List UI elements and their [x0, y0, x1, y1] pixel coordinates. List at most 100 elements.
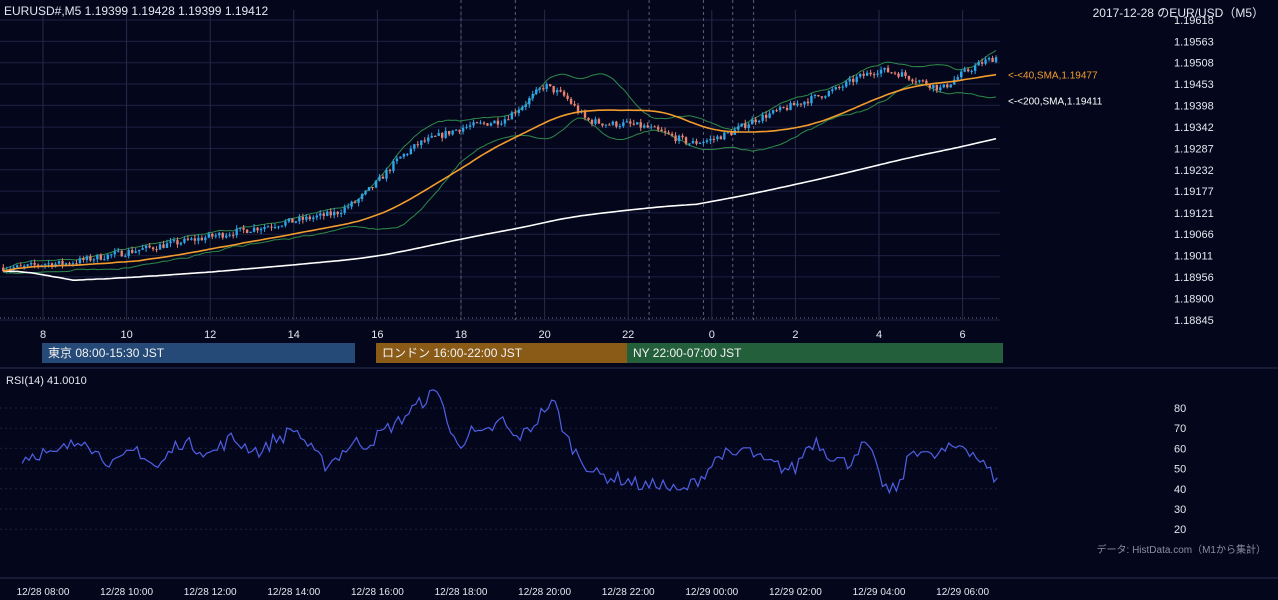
time-tick-label: 12/28 08:00 — [17, 587, 70, 598]
candle-body — [364, 190, 367, 195]
candle-body — [245, 229, 249, 233]
hour-tick-label: 10 — [120, 329, 132, 341]
chart-symbol-header: EURUSD#,M5 1.19399 1.19428 1.19399 1.194… — [4, 4, 269, 18]
candle-body — [817, 94, 820, 97]
candle-body — [555, 90, 559, 93]
candle-body — [973, 65, 977, 71]
price-tick-label: 1.19342 — [1174, 122, 1214, 134]
sma-label: <-<200,SMA,1.19411 — [1008, 96, 1103, 107]
candle-body — [256, 227, 259, 231]
time-tick-label: 12/29 04:00 — [853, 587, 906, 598]
candle-body — [489, 123, 493, 126]
candle-body — [434, 135, 437, 137]
candle-body — [803, 101, 806, 105]
candle-body — [604, 124, 608, 126]
candle-body — [928, 84, 932, 89]
time-tick-label: 12/28 20:00 — [518, 587, 571, 598]
candle-body — [117, 250, 120, 252]
candle-body — [845, 81, 848, 87]
time-tick-label: 12/28 18:00 — [435, 587, 488, 598]
candle-body — [552, 86, 555, 93]
candle-body — [235, 228, 238, 236]
candle-body — [454, 129, 458, 131]
candle-body — [660, 129, 663, 132]
candle-body — [207, 233, 211, 238]
candle-body — [92, 259, 96, 261]
candle-body — [277, 226, 280, 228]
candle-body — [594, 119, 597, 124]
candle-body — [538, 88, 541, 90]
price-tick-label: 1.19287 — [1174, 143, 1214, 155]
candle-body — [667, 132, 670, 134]
candle-body — [242, 227, 245, 230]
candle-body — [632, 123, 635, 125]
candle-body — [214, 235, 217, 237]
candle-body — [197, 237, 200, 241]
price-tick-label: 1.19121 — [1174, 208, 1214, 220]
candle-body — [472, 122, 475, 126]
candle-body — [85, 256, 89, 260]
price-tick-label: 1.19508 — [1174, 58, 1214, 70]
candle-body — [949, 84, 952, 88]
candle-body — [970, 70, 973, 72]
candle-body — [360, 194, 364, 200]
candle-body — [524, 104, 527, 107]
candle-body — [796, 103, 799, 106]
candle-body — [890, 72, 893, 74]
candle-body — [57, 260, 61, 264]
candle-body — [646, 125, 649, 128]
candle-body — [946, 84, 949, 88]
candle-body — [751, 119, 754, 125]
candle-body — [381, 176, 385, 179]
candle-body — [374, 180, 378, 188]
candle-body — [252, 227, 256, 232]
candle-body — [670, 133, 674, 136]
candle-body — [350, 201, 353, 207]
candle-body — [510, 112, 514, 120]
price-tick-label: 1.18956 — [1174, 272, 1214, 284]
candle-body — [312, 217, 315, 220]
candle-body — [336, 211, 339, 215]
candle-body — [273, 226, 277, 228]
candle-body — [120, 250, 123, 257]
candle-body — [162, 244, 165, 248]
candle-body — [500, 123, 503, 125]
candle-body — [186, 238, 190, 240]
time-tick-label: 12/29 00:00 — [685, 587, 738, 598]
candle-body — [879, 69, 883, 74]
candle-body — [339, 212, 343, 215]
candle-body — [193, 238, 197, 241]
candle-body — [427, 137, 430, 142]
candle-body — [980, 62, 984, 64]
candle-body — [165, 243, 169, 248]
candle-body — [89, 256, 92, 261]
candle-body — [284, 221, 287, 226]
rsi-tick-label: 30 — [1174, 504, 1186, 516]
candle-body — [190, 238, 193, 240]
candle-body — [768, 113, 771, 118]
candle-body — [709, 138, 712, 141]
candle-body — [904, 72, 907, 77]
sma-label: <-<40,SMA,1.19477 — [1008, 71, 1098, 82]
candle-body — [75, 263, 78, 265]
candle-body — [865, 72, 869, 76]
candle-body — [824, 96, 827, 98]
candle-body — [409, 148, 413, 154]
candle-body — [611, 121, 615, 125]
candle-body — [43, 264, 47, 266]
candle-body — [841, 86, 844, 88]
candle-body — [110, 254, 113, 256]
candle-body — [702, 141, 705, 144]
candle-body — [78, 258, 82, 264]
rsi-tick-label: 50 — [1174, 464, 1186, 476]
candle-body — [587, 117, 590, 121]
candle-body — [294, 221, 298, 223]
candle-body — [402, 154, 406, 157]
candle-body — [169, 241, 172, 244]
candle-body — [82, 258, 85, 260]
candle-body — [907, 76, 911, 80]
candle-body — [96, 254, 99, 260]
hour-tick-label: 14 — [288, 329, 300, 341]
candle-body — [270, 226, 273, 228]
candle-body — [872, 74, 876, 76]
